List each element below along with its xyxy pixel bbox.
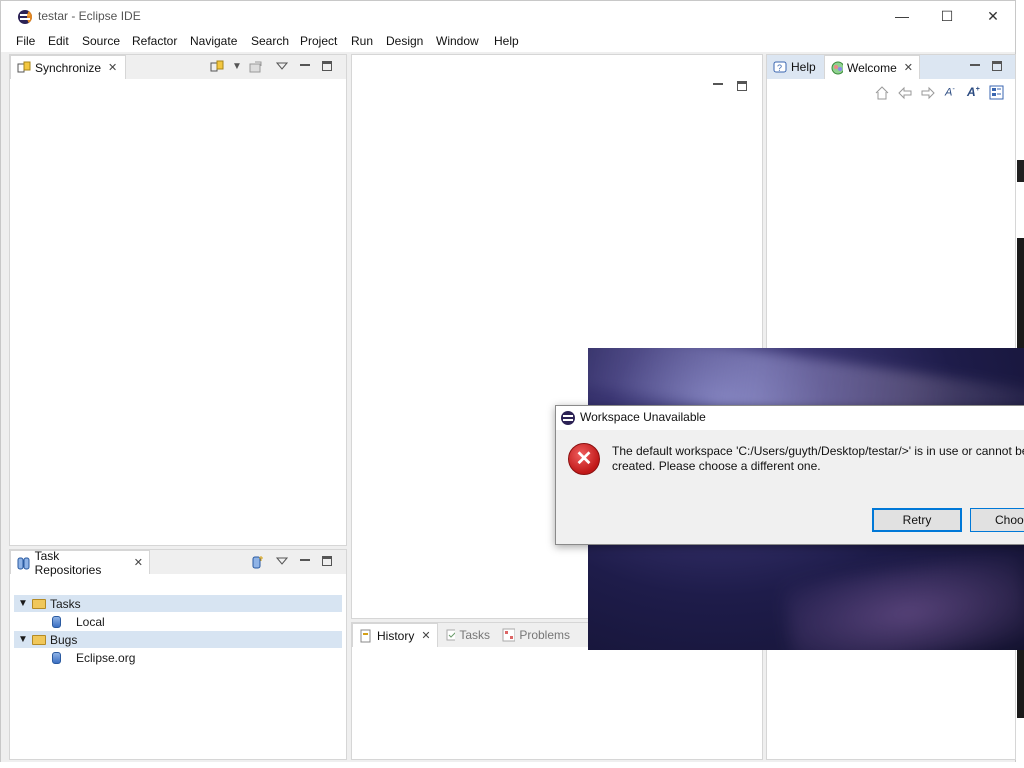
tab-synchronize-label: Synchronize xyxy=(35,60,102,75)
maximize-icon[interactable] xyxy=(992,61,1002,71)
minimize-icon: — xyxy=(895,8,909,24)
maximize-icon: ☐ xyxy=(940,8,954,24)
help-tabbar: ? Help Welcome ✕ xyxy=(767,55,1015,79)
tab-task-repositories[interactable]: Task Repositories ✕ xyxy=(10,548,150,577)
menu-window[interactable]: Window xyxy=(436,34,479,48)
minimize-button[interactable]: — xyxy=(879,1,925,32)
font-larger-icon[interactable]: A+ xyxy=(967,85,980,99)
menu-project[interactable]: Project xyxy=(300,34,337,48)
desktop-window-fragment xyxy=(1017,160,1024,182)
folder-icon xyxy=(32,598,46,609)
window-title: testar - Eclipse IDE xyxy=(38,9,141,23)
svg-text:?: ? xyxy=(777,63,782,73)
maximize-icon[interactable] xyxy=(322,61,332,71)
minimize-icon[interactable] xyxy=(970,64,980,66)
title-bar[interactable]: testar - Eclipse IDE — ☐ ✕ xyxy=(1,1,1015,32)
tab-help[interactable]: ? Help xyxy=(767,55,823,79)
task-repositories-view: Task Repositories ✕ ▼ Tasks Local ▼ Bugs… xyxy=(9,549,347,760)
tree-category-tasks[interactable]: ▼ Tasks xyxy=(14,595,342,612)
menu-refactor[interactable]: Refactor xyxy=(132,34,177,48)
close-icon[interactable]: ✕ xyxy=(421,629,430,642)
maximize-button[interactable]: ☐ xyxy=(924,1,970,32)
repository-icon xyxy=(52,615,61,628)
menu-source[interactable]: Source xyxy=(82,34,120,48)
menu-edit[interactable]: Edit xyxy=(48,34,69,48)
chevron-down-icon[interactable]: ▼ xyxy=(232,61,242,72)
tree-item-local[interactable]: Local xyxy=(14,613,342,630)
chevron-down-icon[interactable]: ▼ xyxy=(14,634,32,645)
menu-file[interactable]: File xyxy=(16,34,35,48)
synchronize-tabbar: Synchronize ✕ ▼ xyxy=(10,55,346,79)
minimize-icon[interactable] xyxy=(300,64,310,66)
tab-problems-label: Problems xyxy=(519,628,570,642)
synchronize-dropdown-icon[interactable] xyxy=(210,60,224,74)
menu-help[interactable]: Help xyxy=(494,34,519,48)
tree-item-label: Eclipse.org xyxy=(76,650,136,665)
maximize-icon[interactable] xyxy=(322,556,332,566)
eclipse-icon xyxy=(18,10,32,24)
choose-button[interactable]: Choose xyxy=(970,508,1024,532)
close-button[interactable]: ✕ xyxy=(970,1,1016,32)
font-smaller-icon[interactable]: A- xyxy=(945,86,955,99)
synchronize-icon xyxy=(17,61,31,72)
repository-icon xyxy=(52,651,61,664)
tab-history[interactable]: History ✕ xyxy=(352,623,438,647)
tab-tasks-label: Tasks xyxy=(459,628,490,642)
tab-help-label: Help xyxy=(791,60,816,74)
task-repositories-tabbar: Task Repositories ✕ xyxy=(10,548,346,577)
tab-welcome-label: Welcome xyxy=(846,60,897,75)
eclipse-icon xyxy=(561,411,575,425)
tab-synchronize[interactable]: Synchronize ✕ xyxy=(10,55,126,79)
workspace-unavailable-dialog: Workspace Unavailable ✕ The default work… xyxy=(555,405,1024,545)
forward-icon[interactable] xyxy=(921,86,935,100)
welcome-icon xyxy=(831,61,843,74)
menu-bar: File Edit Source Refactor Navigate Searc… xyxy=(1,32,1015,52)
menu-search[interactable]: Search xyxy=(251,34,289,48)
menu-navigate[interactable]: Navigate xyxy=(190,34,237,48)
dialog-title-bar[interactable]: Workspace Unavailable xyxy=(556,406,1024,430)
retry-button[interactable]: Retry xyxy=(872,508,962,532)
tab-problems[interactable]: Problems xyxy=(496,623,576,647)
tree-item-eclipse-org[interactable]: Eclipse.org xyxy=(14,649,342,666)
close-icon[interactable]: ✕ xyxy=(134,556,143,569)
minimize-icon[interactable] xyxy=(713,83,723,85)
tree-item-label: Local xyxy=(76,614,105,629)
help-icon: ? xyxy=(773,61,787,73)
close-icon[interactable]: ✕ xyxy=(904,61,913,74)
tree-category-label: Bugs xyxy=(50,632,78,647)
problems-icon xyxy=(502,628,516,642)
customize-page-icon[interactable] xyxy=(989,85,1004,100)
home-icon[interactable] xyxy=(875,86,889,100)
add-repository-icon[interactable] xyxy=(251,555,265,569)
history-icon xyxy=(360,629,371,642)
tab-task-repositories-label: Task Repositories xyxy=(34,548,102,577)
synchronize-view: Synchronize ✕ ▼ xyxy=(9,54,347,546)
menu-design[interactable]: Design xyxy=(386,34,423,48)
tree-category-bugs[interactable]: ▼ Bugs xyxy=(14,631,342,648)
menu-run[interactable]: Run xyxy=(351,34,373,48)
close-icon: ✕ xyxy=(987,8,999,24)
view-menu-icon[interactable] xyxy=(276,556,288,566)
tree-category-label: Tasks xyxy=(50,596,81,611)
dialog-title: Workspace Unavailable xyxy=(580,410,706,424)
tasks-icon xyxy=(446,629,456,641)
chevron-down-icon[interactable]: ▼ xyxy=(14,598,32,609)
tab-welcome[interactable]: Welcome ✕ xyxy=(824,55,920,79)
maximize-icon[interactable] xyxy=(737,81,747,91)
tab-tasks[interactable]: Tasks xyxy=(440,623,496,647)
back-icon[interactable] xyxy=(898,86,912,100)
tab-history-label: History xyxy=(377,628,415,643)
minimize-icon[interactable] xyxy=(300,559,310,561)
view-menu-icon[interactable] xyxy=(276,61,288,71)
dialog-message: The default workspace 'C:/Users/guyth/De… xyxy=(612,444,1024,473)
error-icon: ✕ xyxy=(568,443,600,475)
close-icon[interactable]: ✕ xyxy=(108,61,117,74)
task-repositories-icon xyxy=(17,557,30,569)
folder-icon xyxy=(32,634,46,645)
pin-icon[interactable] xyxy=(249,60,263,74)
